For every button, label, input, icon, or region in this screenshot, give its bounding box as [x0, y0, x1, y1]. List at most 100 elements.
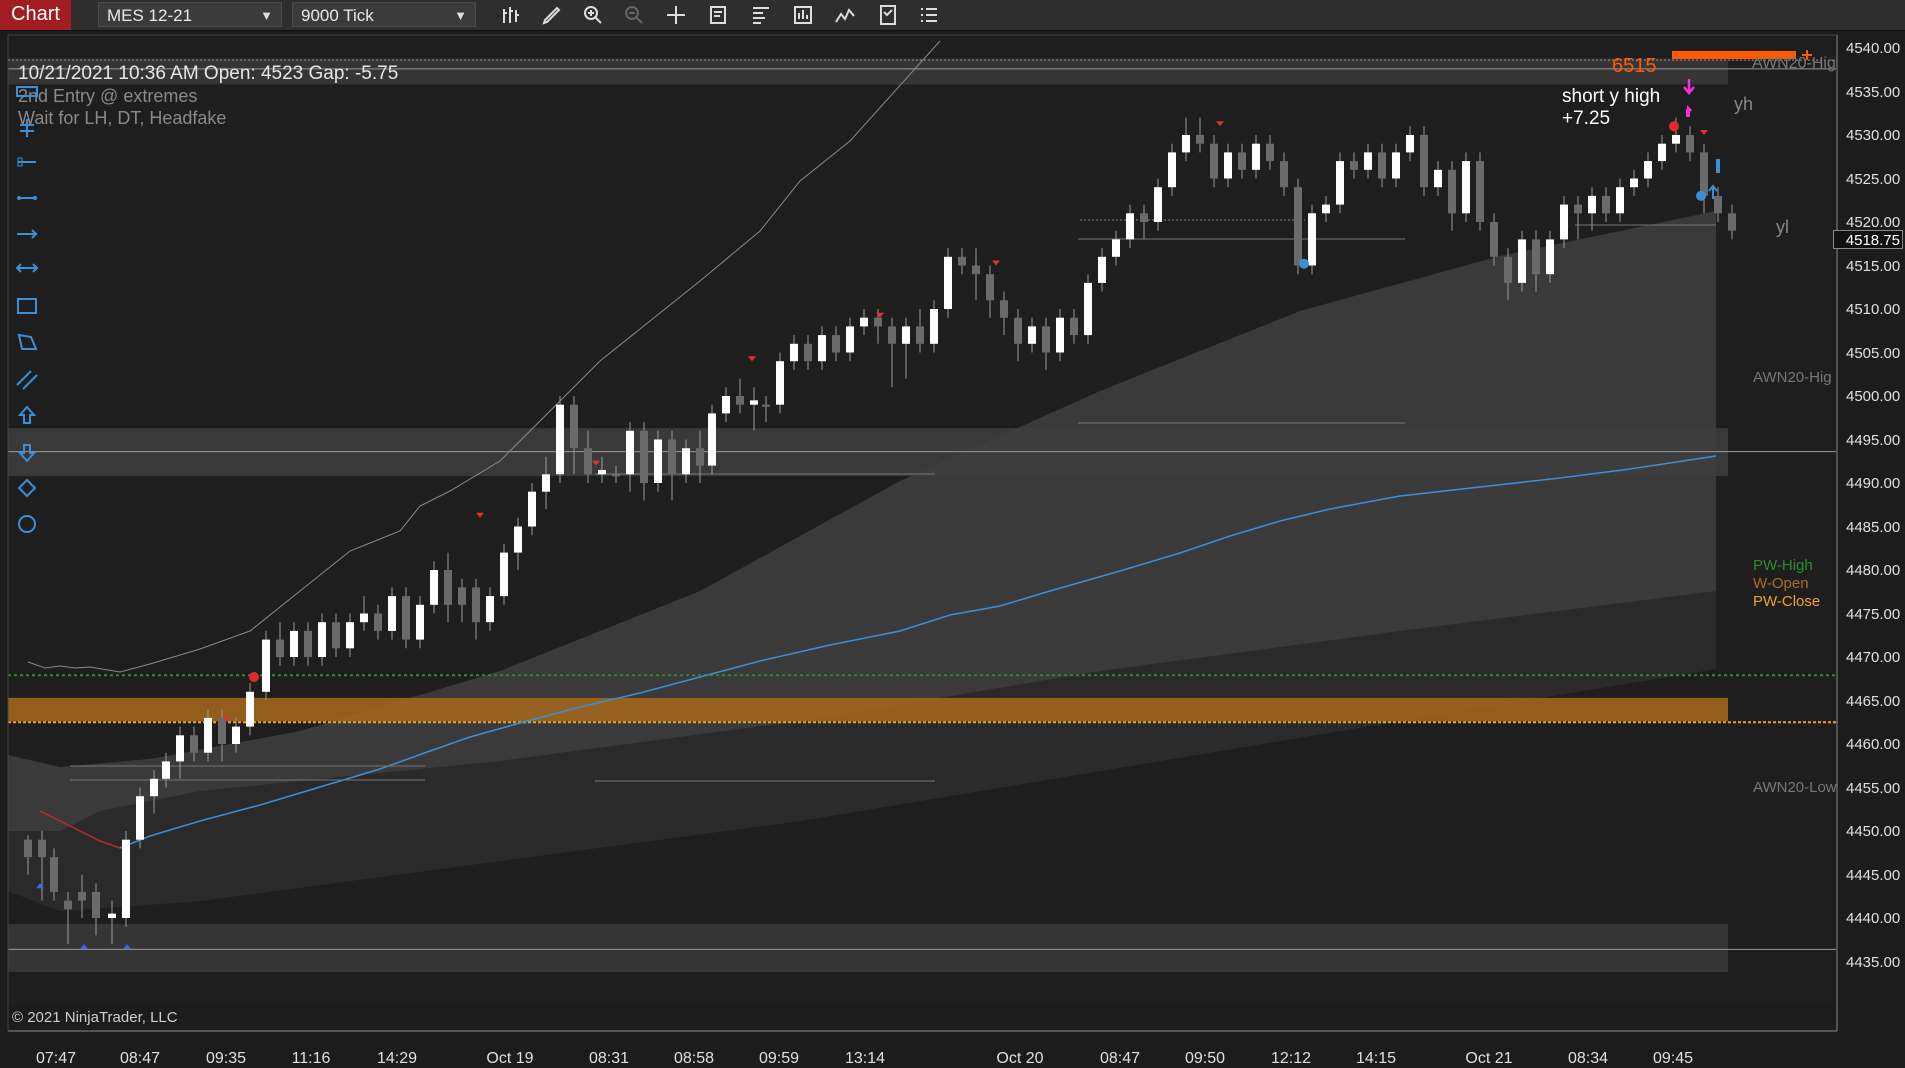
pw-close-label: PW-Close [1753, 593, 1821, 610]
chart-toolbar: Chart MES 12-21 ▼ 9000 Tick ▼ [0, 0, 1905, 31]
y-axis-tick: 4435.00 [1846, 953, 1901, 971]
candle-body [1028, 326, 1036, 344]
y-axis-tick: 4440.00 [1846, 910, 1901, 927]
x-axis-tick: 08:58 [673, 1050, 715, 1067]
awn-low-zone [8, 924, 1728, 972]
pencil-icon[interactable] [540, 3, 566, 27]
zoom-out-icon[interactable] [622, 3, 648, 27]
yesterday-high-label: yh [1734, 94, 1754, 114]
x-axis-tick: 08:47 [1099, 1050, 1141, 1067]
interval-selector[interactable]: 9000 Tick ▼ [292, 2, 476, 27]
polygon-icon[interactable] [14, 329, 44, 355]
list-icon[interactable] [917, 3, 943, 27]
diamond-icon[interactable] [14, 475, 44, 501]
candle-body [1252, 143, 1260, 170]
rectangle-icon[interactable] [14, 293, 44, 319]
arrow-down-icon[interactable] [14, 439, 44, 465]
candle-body [972, 265, 980, 275]
chart-tab[interactable]: Chart [0, 0, 71, 30]
chart-style-icon[interactable] [749, 3, 775, 27]
candle-body [1700, 152, 1708, 196]
zoom-in-icon[interactable] [581, 3, 607, 27]
candle-body [1266, 143, 1274, 162]
x-axis-tick: Oct 19 [486, 1050, 534, 1067]
crosshair-icon[interactable] [664, 3, 690, 27]
chart-trader-icon[interactable] [791, 3, 817, 27]
candle-body [1490, 222, 1498, 257]
candle-body [1098, 256, 1106, 283]
x-axis-tick: 09:45 [1652, 1050, 1694, 1067]
candle-body [1672, 135, 1680, 144]
candle-body [50, 857, 58, 892]
indicators-icon[interactable] [833, 3, 859, 27]
y-axis-tick: 4450.00 [1846, 823, 1901, 840]
ruler-icon[interactable] [14, 79, 44, 105]
candle-body [1224, 152, 1232, 179]
instrument-selector[interactable]: MES 12-21 ▼ [98, 2, 282, 27]
candle-body [486, 596, 494, 623]
y-axis-tick: 4480.00 [1846, 562, 1901, 579]
candle-body [958, 256, 966, 266]
candle-body [1308, 213, 1316, 266]
interval-value: 9000 Tick [301, 6, 374, 25]
candle-body [696, 448, 704, 466]
candle-body [262, 639, 270, 692]
candle-body [92, 891, 100, 918]
candle-body [360, 613, 368, 623]
candle-body [1112, 239, 1120, 257]
strategy-icon[interactable] [876, 3, 902, 27]
exit-dot [1696, 190, 1706, 201]
candle-body [832, 335, 840, 353]
candle-body [804, 343, 812, 362]
candle-body [1602, 195, 1610, 214]
y-axis-tick: 4460.00 [1846, 736, 1901, 753]
candle-body [556, 404, 564, 475]
candle-body [722, 396, 730, 414]
candle-body [1238, 152, 1246, 170]
candle-body [1042, 326, 1050, 353]
candle-body [388, 596, 396, 631]
chart-panel[interactable]: 10/21/2021 10:36 AM Open: 4523 Gap: -5.7… [0, 31, 1905, 1067]
candle-body [218, 717, 226, 744]
candle-body [790, 343, 798, 362]
y-axis-tick: 4475.00 [1846, 605, 1901, 623]
candle-body [1000, 300, 1008, 318]
circle-icon[interactable] [14, 511, 44, 537]
x-axis-tick: 09:59 [758, 1050, 800, 1067]
candle-body [1588, 195, 1596, 214]
candle-body [472, 587, 480, 623]
chevron-down-icon: ▼ [260, 8, 273, 23]
entry-dot [1669, 121, 1679, 132]
candle-body [1070, 317, 1078, 336]
w-open-label: W-Open [1753, 575, 1809, 592]
data-box-icon[interactable] [707, 3, 733, 27]
candle-body [640, 430, 648, 483]
candle-body [1406, 135, 1414, 153]
order-quantity[interactable]: 6515 [1612, 55, 1657, 78]
bar-chart-icon[interactable] [500, 3, 526, 27]
x-axis-tick: 08:31 [588, 1050, 630, 1067]
ray-icon[interactable] [14, 185, 44, 211]
x-axis-tick: 11:16 [291, 1050, 331, 1067]
candle-body [290, 630, 298, 657]
candle-body [430, 570, 438, 605]
line-icon[interactable] [14, 149, 44, 175]
candle-body [1182, 135, 1190, 153]
candle-body [598, 469, 606, 475]
candle-body [916, 326, 924, 344]
candle-body [190, 735, 198, 753]
price-chart[interactable] [0, 31, 1905, 1052]
parallel-lines-icon[interactable] [14, 367, 44, 393]
x-axis-tick: 09:35 [205, 1050, 247, 1067]
x-axis-tick: 09:50 [1184, 1050, 1226, 1067]
candle-body [1504, 256, 1512, 283]
trade-annotation-title: short y high [1562, 86, 1661, 107]
candle-body [150, 778, 158, 797]
extended-line-icon[interactable] [14, 221, 44, 247]
risk-reward-icon[interactable] [14, 115, 44, 141]
y-axis-tick: 4470.00 [1846, 649, 1901, 666]
arrow-up-icon[interactable] [14, 403, 44, 429]
candle-body [176, 735, 184, 762]
y-axis-tick: 4525.00 [1846, 170, 1901, 188]
arrow-line-icon[interactable] [14, 255, 44, 281]
